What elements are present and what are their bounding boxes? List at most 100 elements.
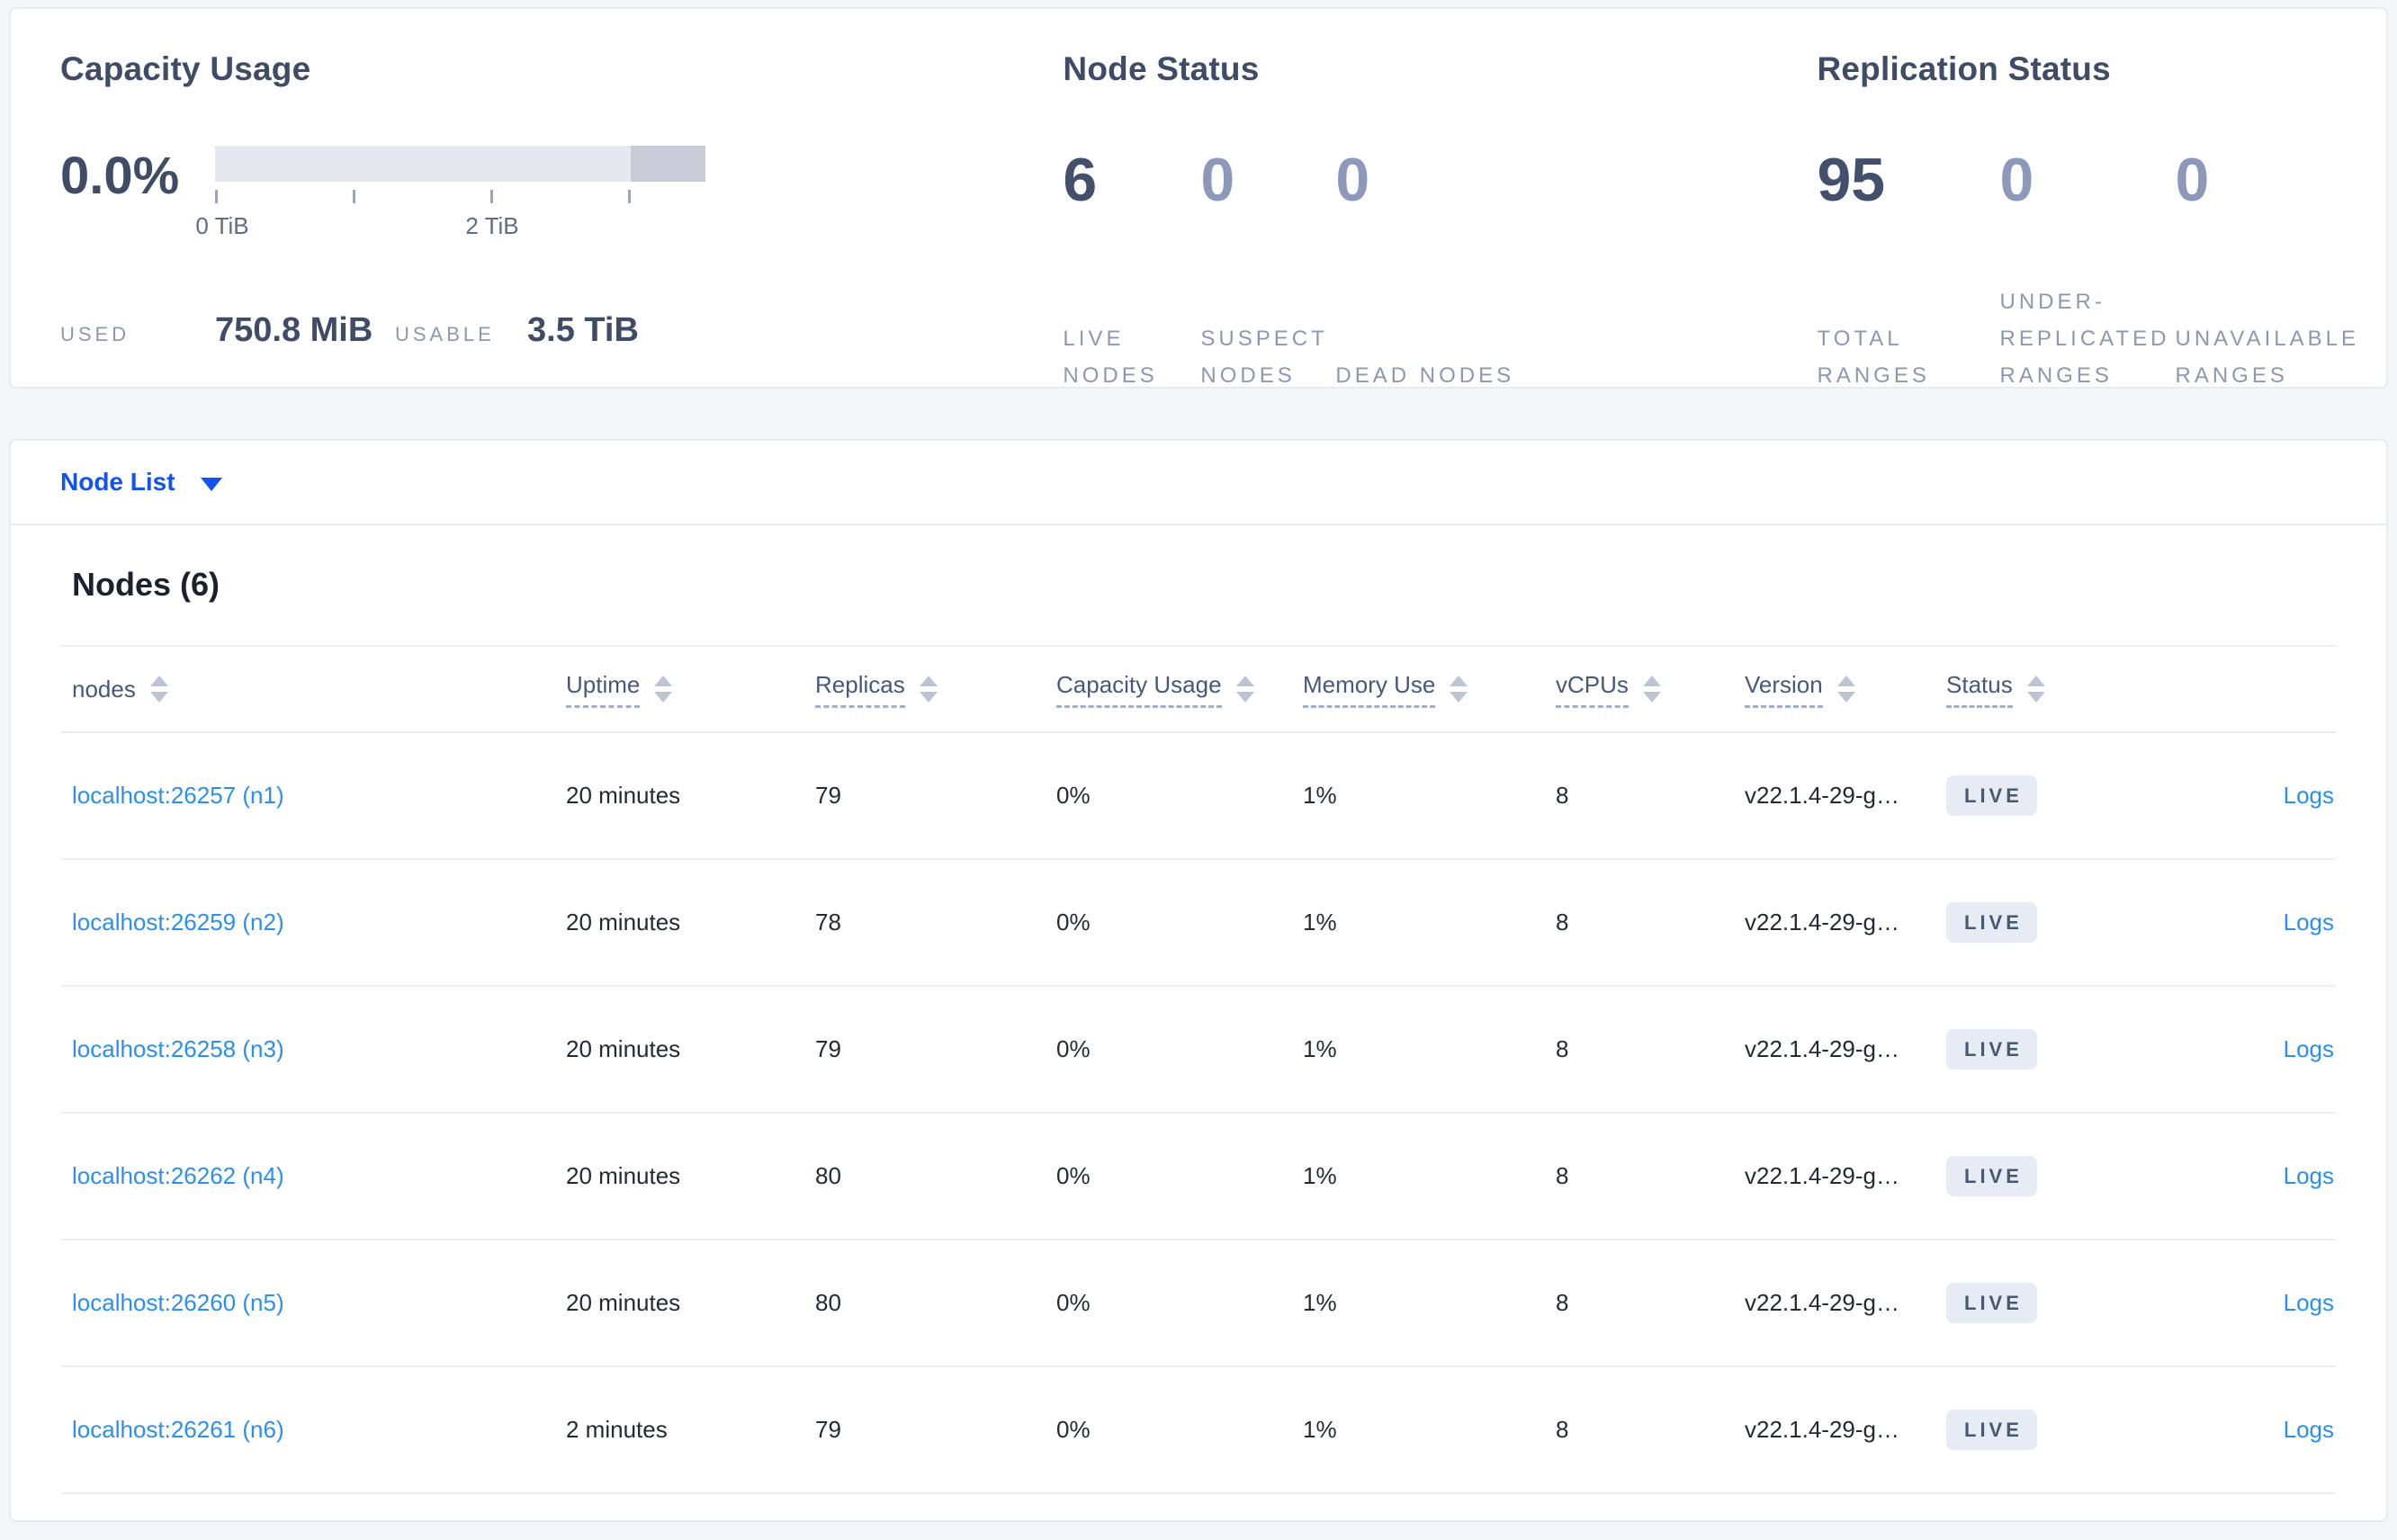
uptime-cell: 20 minutes xyxy=(566,1035,681,1062)
live-nodes-count: 6 xyxy=(1063,146,1098,214)
vcpus-cell: 8 xyxy=(1556,1289,1569,1316)
version-cell: v22.1.4-29-g… xyxy=(1745,1416,1899,1443)
logs-link[interactable]: Logs xyxy=(2284,909,2334,936)
column-header-replicas[interactable]: Replicas xyxy=(815,671,1056,708)
replicas-cell: 79 xyxy=(815,1035,841,1062)
under-replicated-ranges-count: 0 xyxy=(1999,146,2034,214)
capacity-usage-cell: 0% xyxy=(1056,782,1091,809)
node-address-cell: localhost:26261 (n6) xyxy=(61,1416,566,1444)
axis-tick-label: 0 TiB xyxy=(195,212,249,239)
node-status-stats: 6 0 0 LIVE NODES SUSPECT NODES DEAD NODE… xyxy=(1063,144,1817,394)
usable-value: 3.5 TiB xyxy=(527,311,639,349)
table-row: localhost:26258 (n3) 20 minutes 79 0% 1%… xyxy=(61,987,2336,1114)
sort-arrows-icon[interactable] xyxy=(149,676,168,703)
status-badge: LIVE xyxy=(1946,1410,2037,1450)
capacity-gauge-bar: 0 TiB 2 TiB xyxy=(195,146,705,245)
axis-tick xyxy=(490,190,493,203)
memory-use-cell: 1% xyxy=(1303,1035,1337,1062)
status-cell: LIVE xyxy=(1946,902,2125,943)
suspect-nodes-count: 0 xyxy=(1200,146,1235,214)
vcpus-cell: 8 xyxy=(1556,1416,1569,1443)
column-header-nodes[interactable]: nodes xyxy=(61,676,566,703)
memory-use-cell: 1% xyxy=(1303,1416,1337,1443)
vcpus-cell: 8 xyxy=(1556,909,1569,936)
sort-arrows-icon[interactable] xyxy=(2026,676,2045,703)
usable-label: USABLE xyxy=(395,323,495,345)
axis-tick xyxy=(353,190,355,203)
logs-link[interactable]: Logs xyxy=(2284,1416,2334,1443)
sort-arrows-icon[interactable] xyxy=(1836,676,1855,703)
nodes-heading: Nodes (6) xyxy=(72,566,220,603)
status-badge: LIVE xyxy=(1946,775,2037,816)
status-cell: LIVE xyxy=(1946,775,2125,816)
column-header-version[interactable]: Version xyxy=(1745,671,1946,708)
column-header-capacity-usage[interactable]: Capacity Usage xyxy=(1056,671,1303,708)
column-header-status[interactable]: Status xyxy=(1946,671,2125,708)
memory-use-cell: 1% xyxy=(1303,1289,1337,1316)
table-row: localhost:26259 (n2) 20 minutes 78 0% 1%… xyxy=(61,860,2336,987)
nodes-table-section: Nodes (6) nodes Uptime Replicas Capacity… xyxy=(11,566,2386,1494)
sort-arrows-icon[interactable] xyxy=(919,676,938,703)
replication-status-panel: Replication Status 95 0 0 TOTAL RANGES U… xyxy=(1817,50,2386,388)
logs-cell: Logs xyxy=(2125,1289,2336,1317)
status-cell: LIVE xyxy=(1946,1283,2125,1323)
axis-tick xyxy=(215,190,218,203)
node-address-link[interactable]: localhost:26261 (n6) xyxy=(72,1416,284,1443)
logs-link[interactable]: Logs xyxy=(2284,782,2334,809)
node-address-link[interactable]: localhost:26262 (n4) xyxy=(72,1162,284,1189)
version-cell: v22.1.4-29-g… xyxy=(1745,1289,1899,1316)
sort-arrows-icon[interactable] xyxy=(1450,676,1468,703)
suspect-nodes-label: SUSPECT NODES xyxy=(1200,327,1328,388)
node-status-panel: Node Status 6 0 0 LIVE NODES SUSPECT NOD… xyxy=(1063,50,1817,388)
node-list-dropdown-label: Node List xyxy=(60,468,175,496)
node-address-cell: localhost:26257 (n1) xyxy=(61,782,566,810)
used-value: 750.8 MiB xyxy=(215,311,373,349)
node-list-dropdown[interactable]: Node List xyxy=(11,441,2386,525)
replicas-cell: 80 xyxy=(815,1289,841,1316)
node-address-link[interactable]: localhost:26260 (n5) xyxy=(72,1289,284,1316)
live-nodes-label: LIVE NODES xyxy=(1063,327,1158,388)
sort-arrows-icon[interactable] xyxy=(1235,676,1254,703)
dead-nodes-count: 0 xyxy=(1335,146,1370,214)
status-cell: LIVE xyxy=(1946,1029,2125,1070)
capacity-usage-summary: USED 750.8 MiB USABLE 3.5 TiB xyxy=(60,311,1063,350)
dead-nodes-label: DEAD NODES xyxy=(1335,363,1515,388)
node-address-cell: localhost:26262 (n4) xyxy=(61,1162,566,1190)
chevron-down-icon xyxy=(200,477,222,491)
uptime-cell: 20 minutes xyxy=(566,909,681,936)
status-badge: LIVE xyxy=(1946,1029,2037,1070)
sort-arrows-icon[interactable] xyxy=(1642,676,1661,703)
replicas-cell: 78 xyxy=(815,909,841,936)
capacity-axis: 0 TiB 2 TiB xyxy=(195,182,705,245)
capacity-percent-value: 0.0% xyxy=(60,147,180,205)
logs-link[interactable]: Logs xyxy=(2284,1162,2334,1189)
node-address-link[interactable]: localhost:26259 (n2) xyxy=(72,909,284,936)
column-header-vcpus[interactable]: vCPUs xyxy=(1556,671,1745,708)
uptime-cell: 20 minutes xyxy=(566,1162,681,1189)
logs-cell: Logs xyxy=(2125,909,2336,936)
memory-use-cell: 1% xyxy=(1303,909,1337,936)
capacity-usage-cell: 0% xyxy=(1056,909,1091,936)
under-replicated-ranges-label: UNDER-REPLICATED RANGES xyxy=(1999,290,2170,388)
capacity-usage-cell: 0% xyxy=(1056,1416,1091,1443)
node-address-link[interactable]: localhost:26257 (n1) xyxy=(72,782,284,809)
unavailable-ranges-label: UNAVAILABLE RANGES xyxy=(2175,327,2359,388)
replicas-cell: 79 xyxy=(815,1416,841,1443)
capacity-usage-panel: Capacity Usage 0.0% 0 TiB 2 TiB USED 750… xyxy=(60,50,1063,387)
used-label: USED xyxy=(60,323,130,345)
capacity-usage-cell: 0% xyxy=(1056,1035,1091,1062)
capacity-usage-title: Capacity Usage xyxy=(60,50,311,87)
column-header-memory-use[interactable]: Memory Use xyxy=(1303,671,1556,708)
total-ranges-count: 95 xyxy=(1817,146,1886,214)
node-address-link[interactable]: localhost:26258 (n3) xyxy=(72,1035,284,1062)
sort-arrows-icon[interactable] xyxy=(654,676,673,703)
capacity-gauge: 0.0% 0 TiB 2 TiB xyxy=(60,146,1063,245)
logs-cell: Logs xyxy=(2125,782,2336,810)
vcpus-cell: 8 xyxy=(1556,782,1569,809)
logs-link[interactable]: Logs xyxy=(2284,1289,2334,1316)
total-ranges-label: TOTAL RANGES xyxy=(1817,327,1930,388)
column-header-uptime[interactable]: Uptime xyxy=(566,671,815,708)
logs-link[interactable]: Logs xyxy=(2284,1035,2334,1062)
replicas-cell: 80 xyxy=(815,1162,841,1189)
memory-use-cell: 1% xyxy=(1303,782,1337,809)
